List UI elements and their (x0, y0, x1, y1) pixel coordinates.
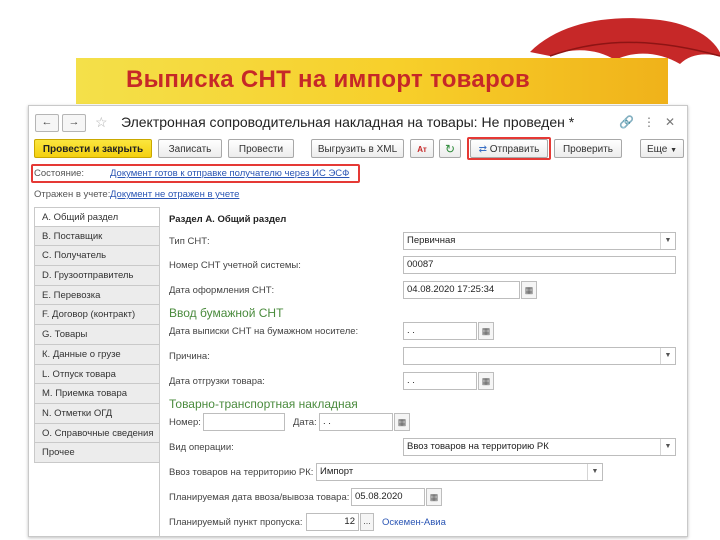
ttn-date-input[interactable]: . . (319, 413, 393, 431)
back-button[interactable]: ← (35, 114, 59, 132)
snt-type-value: Первичная (407, 235, 456, 246)
chevron-down-icon[interactable]: ▼ (660, 348, 675, 364)
operation-label: Вид операции: (169, 442, 234, 453)
import-label: Ввоз товаров на территорию РК: (169, 467, 314, 478)
tab-release[interactable]: L. Отпуск товара (34, 364, 160, 385)
checkpoint-name-link[interactable]: Оскемен-Авиа (382, 517, 446, 528)
accounting-row: Отражен в учете:Документ не отражен в уч… (34, 189, 239, 203)
ship-date-input[interactable]: . . (403, 372, 477, 390)
save-button[interactable]: Записать (158, 139, 222, 158)
calendar-icon[interactable]: ▦ (521, 281, 537, 299)
post-and-close-button[interactable]: Провести и закрыть (34, 139, 152, 158)
tab-ogd-marks[interactable]: N. Отметки ОГД (34, 403, 160, 424)
send-highlight (467, 137, 551, 160)
tab-recipient[interactable]: С. Получатель (34, 246, 160, 267)
tab-reference[interactable]: O. Справочные сведения (34, 423, 160, 444)
command-bar: Провести и закрыть Записать Провести Выг… (29, 137, 687, 163)
refresh-icon: ↻ (444, 142, 456, 156)
checkpoint-label: Планируемый пункт пропуска: (169, 517, 303, 528)
tab-other[interactable]: Прочее (34, 443, 160, 463)
paper-snt-group-title: Ввод бумажной СНТ (169, 306, 284, 320)
ttn-number-input[interactable] (203, 413, 285, 431)
tab-acceptance[interactable]: М. Приемка товара (34, 384, 160, 404)
snt-date-input[interactable]: 04.08.2020 17:25:34 (403, 281, 520, 299)
post-button[interactable]: Провести (228, 139, 294, 158)
general-section: Раздел А. Общий раздел Тип СНТ: Первична… (159, 207, 679, 536)
status-highlight (31, 164, 360, 183)
more-icon[interactable]: ⋮ (643, 115, 655, 129)
ttn-group-title: Товарно-транспортная накладная (169, 397, 358, 411)
tab-supplier[interactable]: В. Поставщик (34, 226, 160, 247)
ttn-number-label: Номер: (169, 417, 201, 428)
import-value: Импорт (320, 466, 354, 477)
chevron-down-icon[interactable]: ▼ (660, 439, 675, 455)
more-label: Еще (646, 144, 668, 155)
reason-label: Причина: (169, 351, 210, 362)
export-xml-button[interactable]: Выгрузить в XML (311, 139, 404, 158)
forward-button[interactable]: → (62, 114, 86, 132)
tab-contract[interactable]: F. Договор (контракт) (34, 305, 160, 326)
calendar-icon[interactable]: ▦ (426, 488, 442, 506)
snt-number-label: Номер СНТ учетной системы: (169, 260, 301, 271)
window-titlebar: ← → ☆ Электронная сопроводительная накла… (29, 106, 687, 136)
close-icon[interactable]: ✕ (665, 115, 675, 129)
operation-value: Ввоз товаров на территорию РК (407, 441, 549, 452)
snt-date-label: Дата оформления СНТ: (169, 285, 275, 296)
tab-general[interactable]: А. Общий раздел (34, 207, 160, 227)
tab-transport[interactable]: Е. Перевозка (34, 285, 160, 306)
check-button[interactable]: Проверить (554, 139, 622, 158)
accounting-label: Отражен в учете: (34, 189, 111, 200)
star-icon[interactable]: ☆ (95, 114, 108, 130)
import-select[interactable]: Импорт ▼ (316, 463, 603, 481)
ttn-date-label: Дата: (293, 417, 317, 428)
more-menu-button[interactable]: Еще ▼ (640, 139, 684, 158)
section-tabs: А. Общий раздел В. Поставщик С. Получате… (34, 207, 160, 463)
tab-shipper[interactable]: D. Грузоотправитель (34, 266, 160, 286)
select-dots-icon[interactable]: ... (360, 513, 374, 531)
snt-type-select[interactable]: Первичная ▼ (403, 232, 676, 250)
chevron-down-icon[interactable]: ▼ (587, 464, 602, 480)
operation-select[interactable]: Ввоз товаров на территорию РК ▼ (403, 438, 676, 456)
checkpoint-code-input[interactable]: 12 (306, 513, 359, 531)
reason-select[interactable]: ▼ (403, 347, 676, 365)
tab-cargo[interactable]: К. Данные о грузе (34, 344, 160, 365)
paper-date-label: Дата выписки СНТ на бумажном носителе: (169, 326, 359, 337)
planned-date-label: Планируемая дата ввоза/вывоза товара: (169, 492, 350, 503)
calendar-icon[interactable]: ▦ (394, 413, 410, 431)
chevron-down-icon: ▼ (670, 147, 678, 154)
accounting-link[interactable]: Документ не отражен в учете (110, 189, 239, 200)
arrow-left-icon: ← (41, 116, 53, 128)
report-icon-button[interactable]: Ат (410, 139, 434, 158)
link-icon[interactable]: 🔗 (619, 115, 634, 129)
calendar-icon[interactable]: ▦ (478, 372, 494, 390)
ship-date-label: Дата отгрузки товара: (169, 376, 265, 387)
snt-type-label: Тип СНТ: (169, 236, 210, 247)
tab-goods[interactable]: G. Товары (34, 325, 160, 345)
window-title: Электронная сопроводительная накладная н… (121, 114, 575, 130)
slide-title: Выписка СНТ на импорт товаров (126, 66, 531, 93)
refresh-button[interactable]: ↻ (439, 139, 461, 158)
calendar-icon[interactable]: ▦ (478, 322, 494, 340)
document-window: ← → ☆ Электронная сопроводительная накла… (28, 105, 688, 537)
section-title: Раздел А. Общий раздел (169, 214, 287, 225)
chevron-down-icon[interactable]: ▼ (660, 233, 675, 249)
planned-date-input[interactable]: 05.08.2020 (351, 488, 425, 506)
snt-number-input[interactable]: 00087 (403, 256, 676, 274)
report-icon: Ат (417, 145, 427, 154)
paper-date-input[interactable]: . . (403, 322, 477, 340)
arrow-right-icon: → (68, 116, 80, 128)
